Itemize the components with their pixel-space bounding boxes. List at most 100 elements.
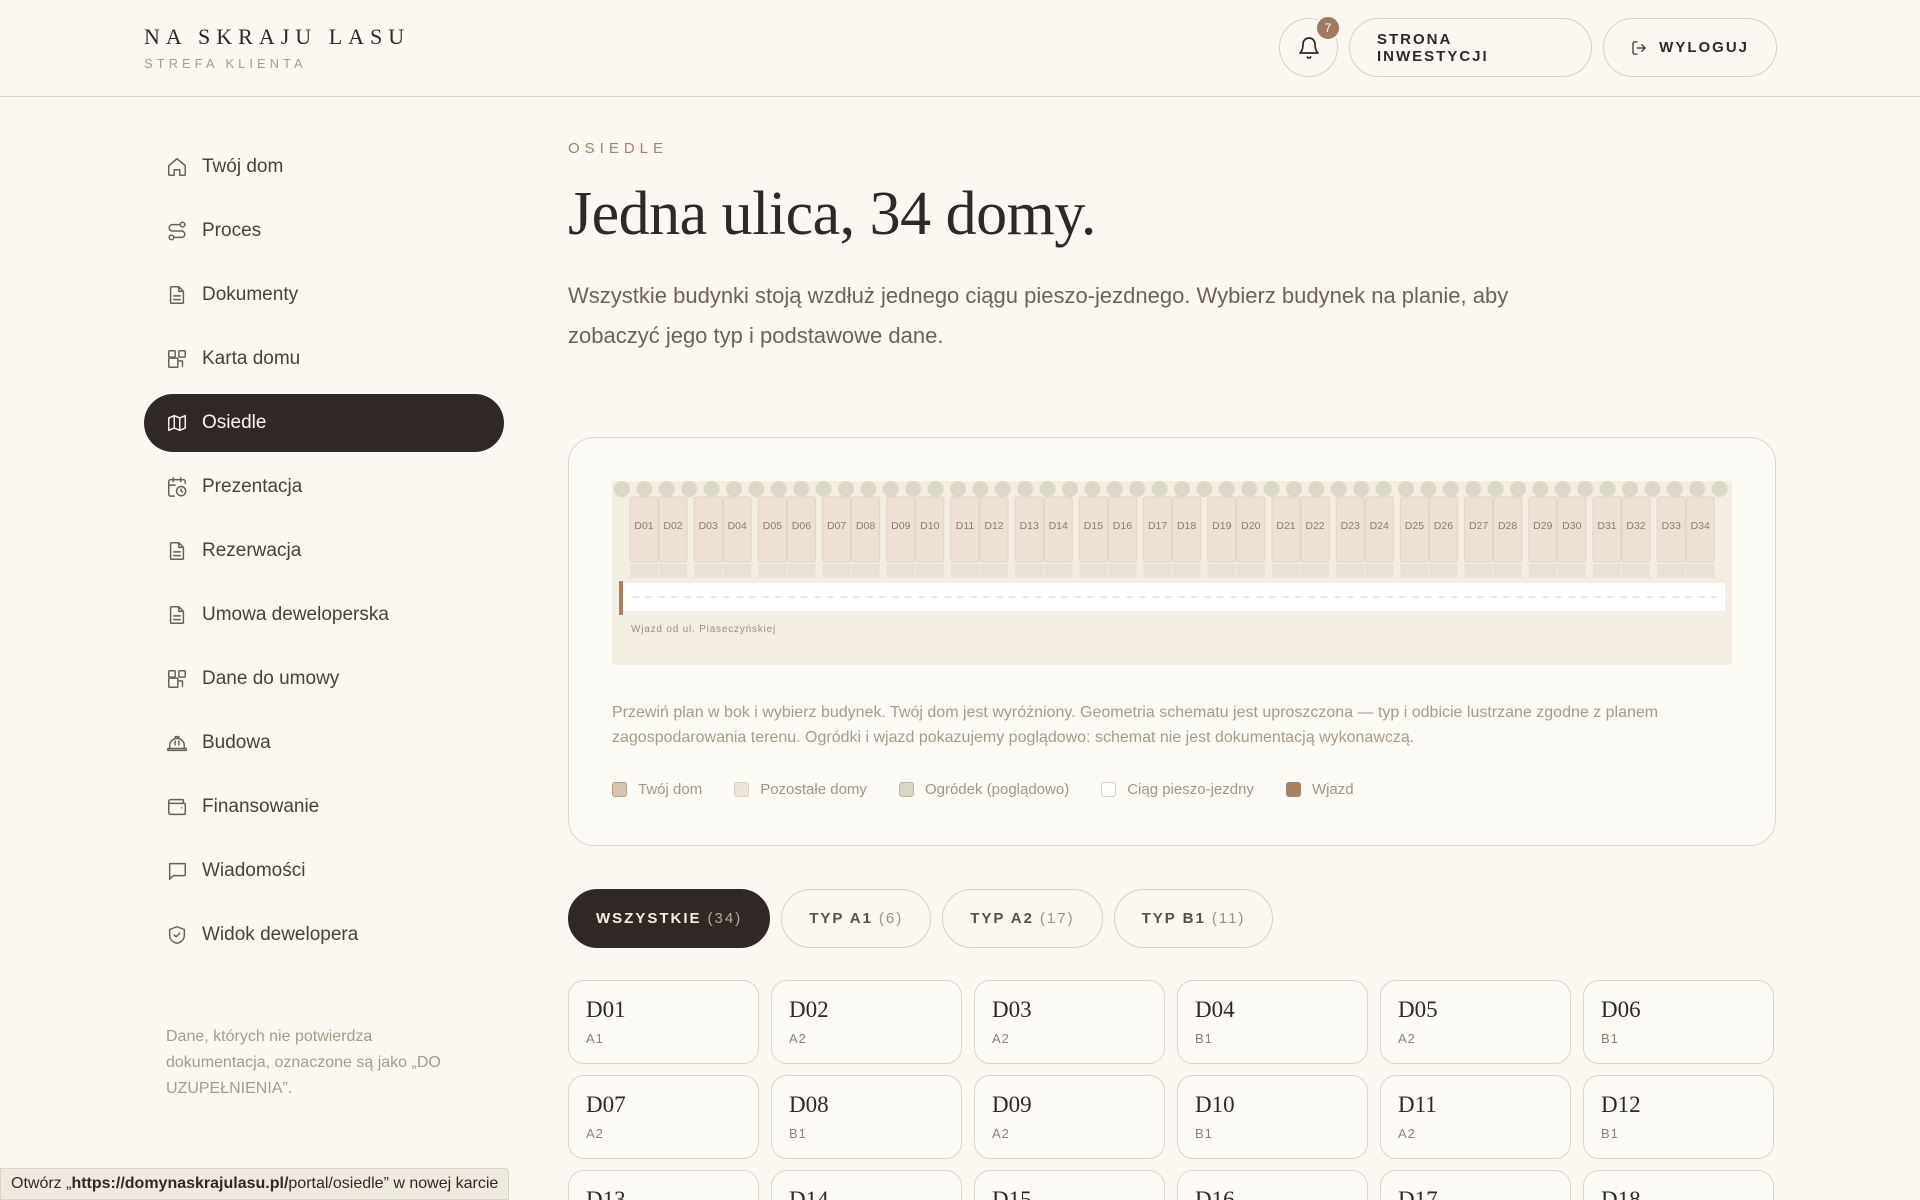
plan-tree <box>1286 481 1302 497</box>
plan-house-label: D19 <box>1212 520 1231 532</box>
legend-swatch <box>612 782 627 797</box>
plan-tree <box>1689 481 1706 497</box>
sidebar-item-prezentacja[interactable]: Prezentacja <box>144 458 504 516</box>
plan-garden <box>1172 564 1201 578</box>
brand-logo[interactable]: NA SKRAJU LASU STREFA KLIENTA <box>144 24 410 71</box>
plan-house-label: D27 <box>1469 520 1488 532</box>
sidebar-item-label: Proces <box>202 220 262 241</box>
sidebar-item-umowa-deweloperska[interactable]: Umowa deweloperska <box>144 586 504 644</box>
house-card-id: D15 <box>992 1187 1032 1200</box>
plan-garden <box>1557 564 1586 578</box>
plan-tree <box>1174 481 1190 497</box>
plan-tree <box>1062 481 1078 497</box>
house-card[interactable]: D12 B1 <box>1583 1075 1774 1159</box>
sidebar-item-twój-dom[interactable]: Twój dom <box>144 138 504 196</box>
legend-label: Ciąg pieszo-jezdny <box>1127 781 1254 798</box>
filter-typ-a2[interactable]: TYP A2 (17) <box>942 889 1103 948</box>
filter-wszystkie[interactable]: WSZYSTKIE (34) <box>568 889 771 948</box>
sidebar-item-dokumenty[interactable]: Dokumenty <box>144 266 504 324</box>
filter-count: (6) <box>878 910 904 927</box>
plan-tree <box>1017 481 1034 497</box>
house-card[interactable]: D17 <box>1380 1170 1571 1200</box>
plan-tree <box>1241 481 1258 497</box>
investment-page-button[interactable]: STRONA INWESTYCJI <box>1349 18 1592 77</box>
route-icon <box>168 221 186 241</box>
house-card-id: D05 <box>1398 997 1438 1022</box>
estate-plan[interactable]: D01 D02 D03 D04 D05 D06 D07 D08 D09 D10 D11 D12 D13 D… <box>612 481 1732 665</box>
sidebar-item-proces[interactable]: Proces <box>144 202 504 260</box>
sidebar-item-karta-domu[interactable]: Karta domu <box>144 330 504 388</box>
plan-garden <box>659 564 687 578</box>
sidebar-item-rezerwacja[interactable]: Rezerwacja <box>144 522 504 580</box>
house-card[interactable]: D18 <box>1583 1170 1774 1200</box>
logout-button[interactable]: WYLOGUJ <box>1603 18 1777 77</box>
plan-tree <box>1353 481 1370 497</box>
plan-house-label: D17 <box>1148 520 1167 532</box>
plan-garden <box>980 564 1008 578</box>
house-card[interactable]: D08 B1 <box>771 1075 962 1159</box>
sidebar-item-budowa[interactable]: Budowa <box>144 714 504 772</box>
house-card-type: B1 <box>1601 1126 1619 1141</box>
house-card[interactable]: D16 <box>1177 1170 1368 1200</box>
plan-garden <box>886 564 915 578</box>
sidebar-item-finansowanie[interactable]: Finansowanie <box>144 778 504 836</box>
plan-garden <box>1143 564 1172 578</box>
house-card[interactable]: D10 B1 <box>1177 1075 1368 1159</box>
legend-swatch <box>898 782 914 797</box>
filter-typ-b1[interactable]: TYP B1 (11) <box>1113 889 1274 948</box>
plan-house-label: D16 <box>1113 520 1132 532</box>
blocks-icon <box>168 350 186 368</box>
house-card-type: A2 <box>789 1031 807 1046</box>
sidebar-item-widok-dewelopera[interactable]: Widok dewelopera <box>144 906 504 964</box>
house-card[interactable]: D04 B1 <box>1177 980 1368 1064</box>
plan-garden <box>1593 564 1621 578</box>
sidebar-item-osiedle[interactable]: Osiedle <box>144 394 504 452</box>
house-card[interactable]: D05 A2 <box>1380 980 1571 1064</box>
plan-tree <box>905 481 922 497</box>
plan-house-label: D20 <box>1241 520 1260 532</box>
legend-item: Pozostałe domy <box>734 781 867 798</box>
plan-tree <box>1532 481 1549 497</box>
sidebar-item-label: Prezentacja <box>202 476 303 497</box>
plan-house-label: D26 <box>1434 520 1453 532</box>
house-card[interactable]: D02 A2 <box>771 980 962 1064</box>
main-content: OSIEDLE Jedna ulica, 34 domy. Wszystkie … <box>568 140 1776 1200</box>
plan-house-label: D22 <box>1305 520 1324 532</box>
plan-house-label: D29 <box>1533 520 1552 532</box>
house-card[interactable]: D03 A2 <box>974 980 1165 1064</box>
calendar-clock-icon <box>168 477 187 497</box>
house-card-type: A2 <box>1398 1126 1416 1141</box>
notifications-button[interactable]: 7 <box>1279 15 1341 77</box>
house-card[interactable]: D09 A2 <box>974 1075 1165 1159</box>
sidebar-item-label: Twój dom <box>202 156 284 177</box>
plan-garden <box>1301 564 1329 578</box>
sidebar-item-label: Widok dewelopera <box>202 924 359 945</box>
house-card[interactable]: D01 A1 <box>568 980 759 1064</box>
logout-icon <box>1632 40 1646 55</box>
notification-count-badge: 7 <box>1315 15 1341 41</box>
plan-legend: Twój dom Pozostałe domy Ogródek (poglądowo… <box>612 781 1354 798</box>
filter-typ-a1[interactable]: TYP A1 (6) <box>781 889 932 948</box>
house-card[interactable]: D14 <box>771 1170 962 1200</box>
status-url: https://domynaskrajulasu.pl/ <box>71 1175 289 1192</box>
house-card[interactable]: D11 A2 <box>1380 1075 1571 1159</box>
sidebar-item-wiadomości[interactable]: Wiadomości <box>144 842 504 900</box>
plan-garden <box>1236 564 1265 578</box>
plan-house-label: D01 <box>634 520 653 532</box>
plan-entrance <box>619 581 623 615</box>
document-icon <box>169 606 185 624</box>
sidebar-item-dane-do-umowy[interactable]: Dane do umowy <box>144 650 504 708</box>
plan-house-label: D30 <box>1562 520 1581 532</box>
house-card-type: B1 <box>789 1126 807 1141</box>
plan-garden <box>758 564 787 578</box>
legend-item: Ciąg pieszo-jezdny <box>1101 781 1254 798</box>
house-card[interactable]: D06 B1 <box>1583 980 1774 1064</box>
plan-tree <box>726 481 742 497</box>
house-card[interactable]: D07 A2 <box>568 1075 759 1159</box>
house-card-type: A2 <box>992 1126 1010 1141</box>
page-title: Jedna ulica, 34 domy. <box>568 180 1096 248</box>
house-card[interactable]: D15 <box>974 1170 1165 1200</box>
section-eyebrow: OSIEDLE <box>568 140 669 157</box>
house-card[interactable]: D13 <box>568 1170 759 1200</box>
house-card-id: D16 <box>1195 1187 1235 1200</box>
